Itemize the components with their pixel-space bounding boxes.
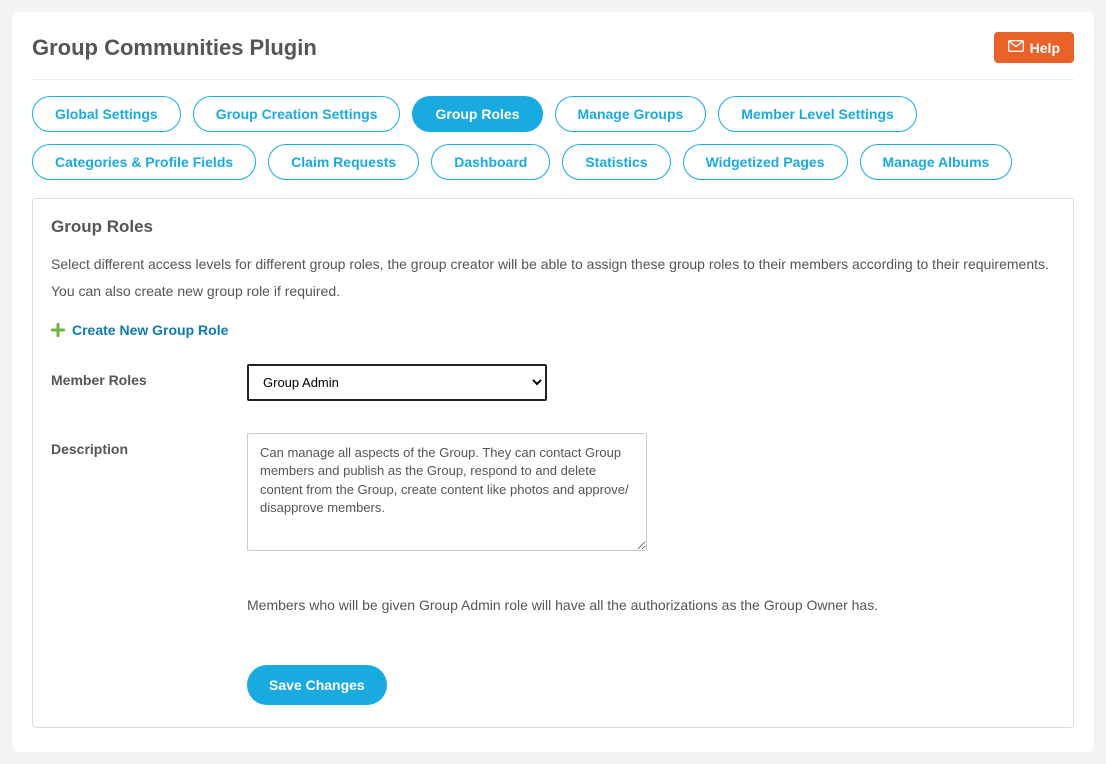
tab-row: Global Settings Group Creation Settings …: [32, 96, 1074, 180]
tab-group-roles[interactable]: Group Roles: [412, 96, 542, 132]
tab-group-creation-settings[interactable]: Group Creation Settings: [193, 96, 401, 132]
save-changes-button[interactable]: Save Changes: [247, 665, 387, 705]
panel-description: Select different access levels for diffe…: [51, 251, 1055, 304]
tab-dashboard[interactable]: Dashboard: [431, 144, 550, 180]
tab-manage-groups[interactable]: Manage Groups: [555, 96, 707, 132]
tab-member-level-settings[interactable]: Member Level Settings: [718, 96, 917, 132]
panel-title: Group Roles: [51, 217, 1055, 237]
help-icon: [1008, 39, 1024, 56]
create-new-role-link[interactable]: Create New Group Role: [51, 322, 1055, 338]
tab-global-settings[interactable]: Global Settings: [32, 96, 181, 132]
help-label: Help: [1030, 40, 1060, 56]
member-roles-select[interactable]: Group Admin: [247, 364, 547, 401]
description-textarea[interactable]: Can manage all aspects of the Group. The…: [247, 433, 647, 551]
tab-categories-profile-fields[interactable]: Categories & Profile Fields: [32, 144, 256, 180]
tab-statistics[interactable]: Statistics: [562, 144, 670, 180]
tab-manage-albums[interactable]: Manage Albums: [860, 144, 1013, 180]
header: Group Communities Plugin Help: [32, 32, 1074, 80]
tab-widgetized-pages[interactable]: Widgetized Pages: [683, 144, 848, 180]
admin-card: Group Communities Plugin Help Global Set…: [12, 12, 1094, 752]
member-roles-row: Member Roles Group Admin: [51, 364, 1055, 401]
member-roles-label: Member Roles: [51, 364, 247, 388]
plus-icon: [51, 323, 65, 337]
help-button[interactable]: Help: [994, 32, 1074, 63]
description-label: Description: [51, 433, 247, 457]
tab-claim-requests[interactable]: Claim Requests: [268, 144, 419, 180]
create-link-label: Create New Group Role: [72, 322, 228, 338]
page-title: Group Communities Plugin: [32, 35, 317, 61]
description-row: Description Can manage all aspects of th…: [51, 433, 1055, 704]
roles-panel: Group Roles Select different access leve…: [32, 198, 1074, 728]
role-note: Members who will be given Group Admin ro…: [247, 594, 1055, 616]
